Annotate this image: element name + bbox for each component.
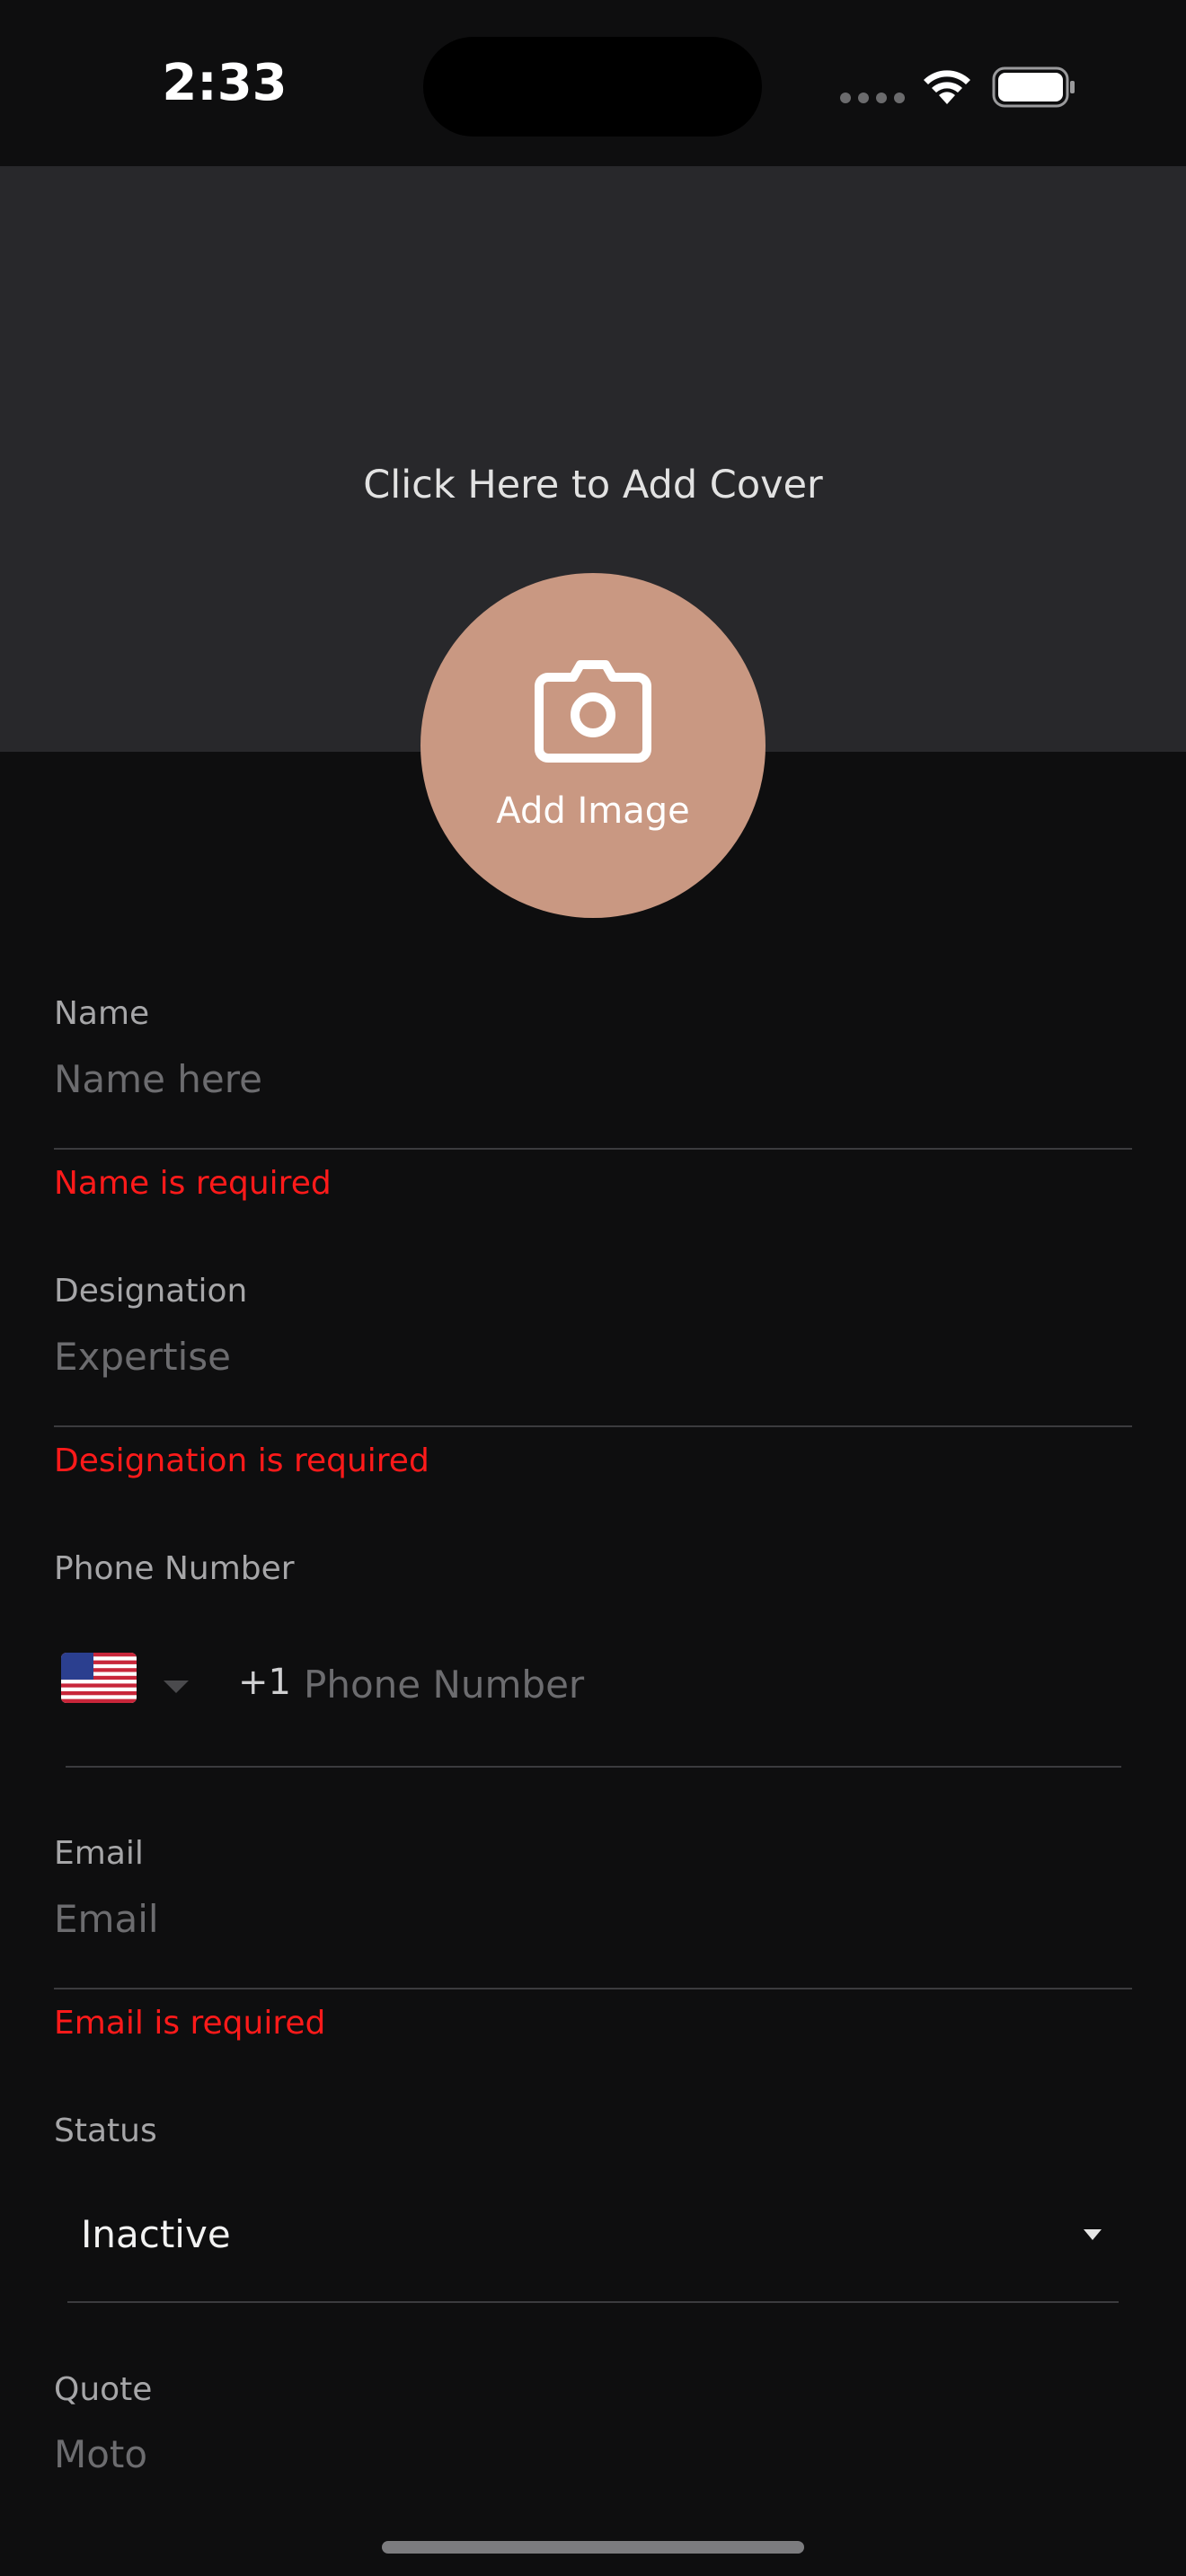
camera-icon xyxy=(535,660,651,763)
name-label: Name xyxy=(54,995,150,1032)
name-input[interactable]: Name here xyxy=(54,1057,262,1101)
add-cover-prompt: Click Here to Add Cover xyxy=(363,463,823,507)
quote-label: Quote xyxy=(54,2371,153,2408)
dynamic-island xyxy=(423,37,762,137)
email-input[interactable]: Email xyxy=(54,1897,159,1941)
designation-label: Designation xyxy=(54,1273,248,1310)
home-indicator xyxy=(382,2541,804,2554)
email-label: Email xyxy=(54,1835,144,1872)
status-label: Status xyxy=(54,2113,157,2149)
dial-code: +1 xyxy=(238,1662,291,1703)
us-flag-icon[interactable] xyxy=(61,1653,137,1703)
status-select[interactable]: Inactive xyxy=(81,2212,231,2256)
quote-input[interactable]: Moto xyxy=(54,2432,147,2476)
status-time: 2:33 xyxy=(162,54,288,112)
status-bar: 2:33 xyxy=(0,0,1186,166)
email-error: Email is required xyxy=(54,2005,326,2042)
phone-label: Phone Number xyxy=(54,1550,295,1587)
status-underline xyxy=(67,2301,1119,2303)
wifi-icon xyxy=(924,70,970,104)
name-error: Name is required xyxy=(54,1165,332,1202)
phone-underline xyxy=(66,1766,1121,1768)
name-underline xyxy=(54,1148,1132,1150)
designation-input[interactable]: Expertise xyxy=(54,1335,231,1379)
battery-icon xyxy=(992,66,1075,108)
status-dropdown-icon[interactable] xyxy=(1084,2229,1102,2240)
country-chevron-down-icon[interactable] xyxy=(164,1681,189,1693)
designation-underline xyxy=(54,1425,1132,1427)
cellular-signal-icon xyxy=(840,93,905,103)
designation-error: Designation is required xyxy=(54,1442,429,1479)
add-image-button[interactable]: Add Image xyxy=(420,573,766,918)
add-image-label: Add Image xyxy=(496,790,690,832)
phone-input[interactable]: Phone Number xyxy=(304,1663,584,1707)
email-underline xyxy=(54,1988,1132,1989)
